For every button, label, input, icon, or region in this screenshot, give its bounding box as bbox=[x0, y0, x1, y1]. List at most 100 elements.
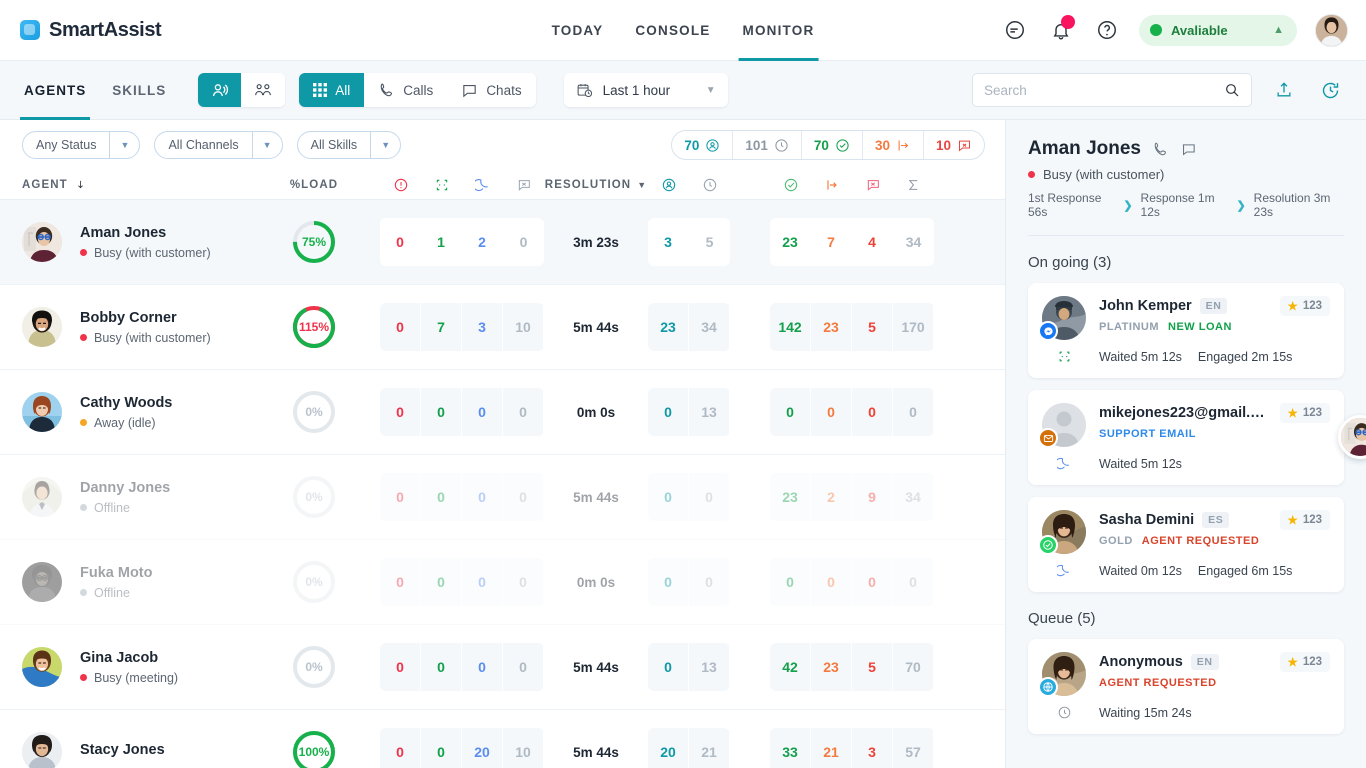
metric-cell[interactable]: 7 bbox=[811, 218, 852, 266]
header-agent-circle-icon[interactable] bbox=[648, 177, 689, 193]
metric-cell[interactable]: 0 bbox=[462, 643, 503, 691]
metric-cell[interactable]: 34 bbox=[893, 473, 934, 521]
group-agents-view-button[interactable] bbox=[241, 73, 286, 107]
metric-cell[interactable]: 0 bbox=[421, 558, 462, 606]
metric-cell[interactable]: 23 bbox=[770, 218, 811, 266]
conversation-card[interactable]: Sasha Demini ES ★ 123 GOLD AGENT REQUESTED Wai… bbox=[1028, 497, 1344, 592]
metric-cell[interactable]: 170 bbox=[893, 303, 934, 351]
availability-status-selector[interactable]: Avaliable ▲ bbox=[1139, 14, 1297, 46]
metric-cell[interactable]: 13 bbox=[689, 388, 730, 436]
table-row[interactable]: Stacy Jones 100% 0 0 20 10 5m 44s 20 21 33 21 3 57 bbox=[0, 710, 1005, 768]
metric-cell[interactable]: 0 bbox=[421, 473, 462, 521]
metric-cell[interactable]: 0 bbox=[380, 303, 421, 351]
header-agent[interactable]: AGENT bbox=[22, 179, 272, 191]
metric-cell[interactable]: 0 bbox=[380, 473, 421, 521]
skills-filter[interactable]: All Skills ▼ bbox=[296, 131, 402, 159]
metric-cell[interactable]: 42 bbox=[770, 643, 811, 691]
metric-cell[interactable]: 0 bbox=[380, 728, 421, 768]
kpi-agents[interactable]: 70 bbox=[672, 131, 734, 159]
metric-cell[interactable]: 21 bbox=[689, 728, 730, 768]
metric-cell[interactable]: 0 bbox=[462, 558, 503, 606]
metric-cell[interactable]: 0 bbox=[421, 643, 462, 691]
metric-cell[interactable]: 21 bbox=[811, 728, 852, 768]
metric-cell[interactable]: 0 bbox=[770, 558, 811, 606]
metric-cell[interactable]: 0 bbox=[770, 388, 811, 436]
metric-cell[interactable]: 0 bbox=[380, 218, 421, 266]
metric-cell[interactable]: 20 bbox=[462, 728, 503, 768]
header-check-circle-icon[interactable] bbox=[770, 177, 811, 193]
nav-console[interactable]: CONSOLE bbox=[635, 0, 710, 61]
metric-cell[interactable]: 13 bbox=[689, 643, 730, 691]
header-clock-icon[interactable] bbox=[689, 177, 730, 193]
header-arrow-exit-icon[interactable] bbox=[811, 177, 852, 193]
nav-today[interactable]: TODAY bbox=[552, 0, 604, 61]
metric-cell[interactable]: 0 bbox=[893, 558, 934, 606]
metric-cell[interactable]: 0 bbox=[503, 473, 544, 521]
metric-cell[interactable]: 0 bbox=[462, 473, 503, 521]
kpi-waiting[interactable]: 101 bbox=[733, 131, 802, 159]
metric-cell[interactable]: 9 bbox=[852, 473, 893, 521]
search-box[interactable] bbox=[972, 73, 1252, 107]
metric-cell[interactable]: 0 bbox=[648, 388, 689, 436]
metric-cell[interactable]: 70 bbox=[893, 643, 934, 691]
metric-cell[interactable]: 142 bbox=[770, 303, 811, 351]
kpi-transferred[interactable]: 30 bbox=[863, 131, 924, 159]
metric-cell[interactable]: 5 bbox=[852, 303, 893, 351]
metric-cell[interactable]: 23 bbox=[648, 303, 689, 351]
header-chat-x-red-icon[interactable] bbox=[852, 177, 893, 193]
brand-logo[interactable]: SmartAssist bbox=[20, 19, 162, 42]
metric-cell[interactable]: 0 bbox=[503, 558, 544, 606]
table-row[interactable]: Cathy Woods Away (idle) 0% 0 0 0 0 0m 0s 0 13 0 0 0 0 bbox=[0, 370, 1005, 455]
single-agent-view-button[interactable] bbox=[198, 73, 242, 107]
metric-cell[interactable]: 23 bbox=[770, 473, 811, 521]
metric-cell[interactable]: 0 bbox=[689, 473, 730, 521]
status-filter[interactable]: Any Status ▼ bbox=[22, 131, 141, 159]
metric-cell[interactable]: 2 bbox=[811, 473, 852, 521]
metric-cell[interactable]: 0 bbox=[852, 558, 893, 606]
export-icon[interactable] bbox=[1270, 76, 1298, 104]
metric-cell[interactable]: 23 bbox=[811, 643, 852, 691]
table-row[interactable]: Aman Jones Busy (with customer) 75% 0 1 2 0 3m … bbox=[0, 200, 1005, 285]
metric-cell[interactable]: 0 bbox=[689, 558, 730, 606]
header-moon-icon[interactable] bbox=[462, 177, 503, 193]
metric-cell[interactable]: 34 bbox=[689, 303, 730, 351]
metric-cell[interactable]: 0 bbox=[421, 388, 462, 436]
filter-all-button[interactable]: All bbox=[299, 73, 365, 107]
metric-cell[interactable]: 0 bbox=[462, 388, 503, 436]
header-chat-x-box-icon[interactable] bbox=[503, 177, 544, 193]
metric-cell[interactable]: 3 bbox=[852, 728, 893, 768]
metric-cell[interactable]: 0 bbox=[503, 388, 544, 436]
metric-cell[interactable]: 1 bbox=[421, 218, 462, 266]
kpi-abandoned[interactable]: 10 bbox=[924, 131, 984, 159]
metric-cell[interactable]: 4 bbox=[852, 218, 893, 266]
user-avatar[interactable] bbox=[1315, 13, 1348, 47]
chat-help-icon[interactable] bbox=[1001, 16, 1029, 44]
kpi-resolved[interactable]: 70 bbox=[802, 131, 863, 159]
metric-cell[interactable]: 23 bbox=[811, 303, 852, 351]
metric-cell[interactable]: 0 bbox=[421, 728, 462, 768]
table-row[interactable]: Danny Jones Offline 0% 0 0 0 0 5m 44s 0 0 23 2 9 34 bbox=[0, 455, 1005, 540]
header-sigma-icon[interactable] bbox=[893, 177, 934, 193]
metric-cell[interactable]: 0 bbox=[503, 218, 544, 266]
bell-icon[interactable] bbox=[1047, 15, 1075, 44]
table-row[interactable]: Bobby Corner Busy (with customer) 115% 0 7 3 1… bbox=[0, 285, 1005, 370]
metric-cell[interactable]: 0 bbox=[380, 388, 421, 436]
metric-cell[interactable]: 2 bbox=[462, 218, 503, 266]
metric-cell[interactable]: 0 bbox=[811, 558, 852, 606]
nav-monitor[interactable]: MONITOR bbox=[738, 0, 819, 61]
search-input[interactable] bbox=[984, 82, 1216, 98]
header-transfer-icon[interactable] bbox=[421, 177, 462, 193]
filter-calls-button[interactable]: Calls bbox=[364, 73, 448, 107]
metric-cell[interactable]: 0 bbox=[503, 643, 544, 691]
conversation-card[interactable]: mikejones223@gmail.com ★ 123 SUPPORT EMAIL W… bbox=[1028, 390, 1344, 485]
question-icon[interactable] bbox=[1093, 16, 1121, 44]
refresh-history-icon[interactable] bbox=[1316, 76, 1344, 104]
metric-cell[interactable]: 0 bbox=[648, 558, 689, 606]
channel-filter[interactable]: All Channels ▼ bbox=[154, 131, 283, 159]
metric-cell[interactable]: 0 bbox=[380, 558, 421, 606]
header-load[interactable]: %LOAD bbox=[272, 179, 356, 191]
filter-chats-button[interactable]: Chats bbox=[447, 73, 536, 107]
metric-cell[interactable]: 57 bbox=[893, 728, 934, 768]
metric-cell[interactable]: 0 bbox=[648, 473, 689, 521]
metric-cell[interactable]: 0 bbox=[648, 643, 689, 691]
